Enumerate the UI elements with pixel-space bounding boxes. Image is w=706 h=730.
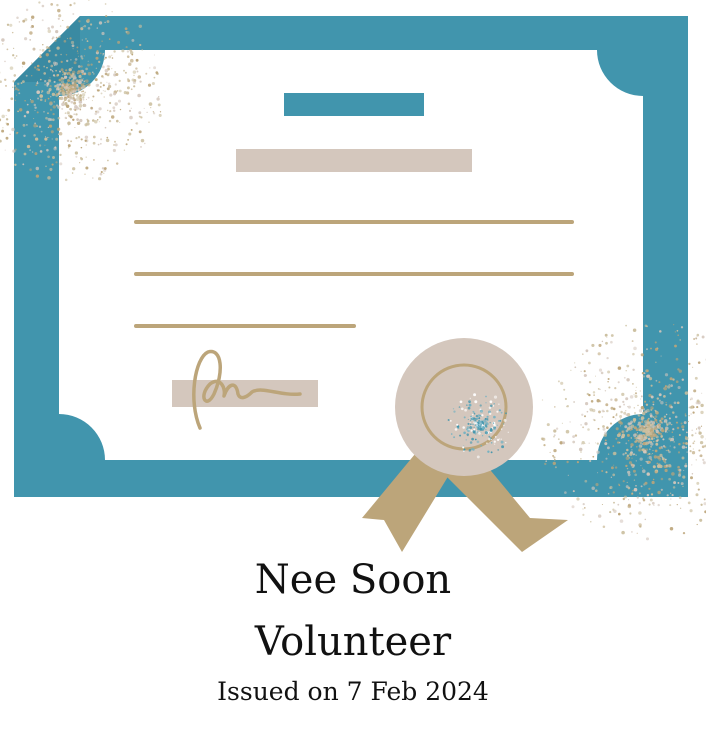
certificate-title-line-2: Volunteer [254, 619, 452, 665]
subheader-bar [236, 149, 472, 172]
badge-outer [395, 338, 533, 476]
header-bar [284, 93, 424, 116]
certificate-title-line-1: Nee Soon [254, 557, 452, 603]
folded-corner [14, 16, 80, 82]
certificate-illustration [0, 0, 706, 552]
issued-date: Issued on 7 Feb 2024 [217, 677, 489, 706]
